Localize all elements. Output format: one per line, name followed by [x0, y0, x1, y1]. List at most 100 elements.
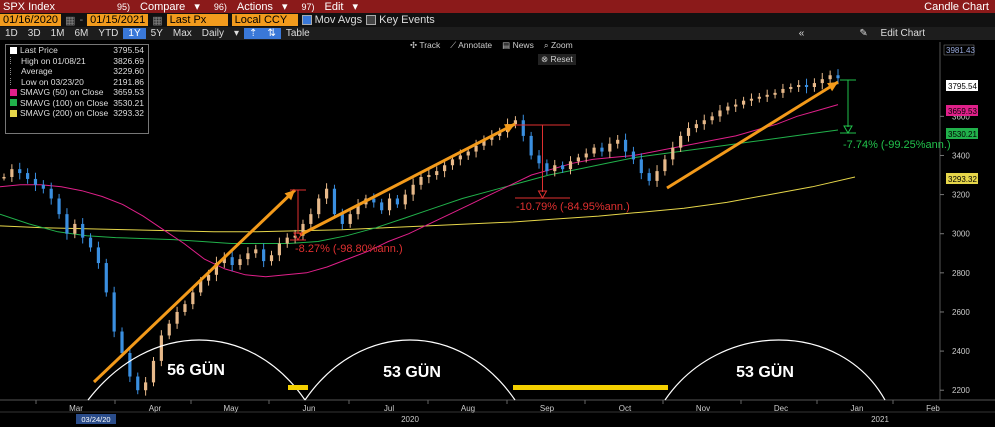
candle-body [332, 188, 337, 215]
candle-body [789, 86, 793, 89]
candle-body [592, 147, 596, 154]
x-tick-label: May [223, 404, 238, 413]
legend-label: Low on 03/23/20 [10, 77, 110, 88]
legend-swatch [10, 78, 18, 86]
candle-body [608, 143, 612, 152]
candle-body [545, 163, 549, 172]
candle-body [136, 376, 140, 391]
candle-body [529, 135, 533, 156]
candle-body [18, 169, 22, 174]
value-tag-label: 3530.21 [948, 130, 977, 139]
legend-row: Average 3229.60 [6, 66, 148, 77]
arc-label-3: 53 GÜN [736, 362, 794, 381]
reset-button[interactable]: ⊗ Reset [538, 54, 576, 65]
candle-body [812, 83, 816, 87]
candle-body [246, 253, 250, 260]
legend-panel: Last Price 3795.54 High on 01/08/21 3826.69… [5, 44, 149, 134]
candle-body [474, 145, 478, 152]
candle-body [57, 198, 61, 215]
annotation-1: -8.27% (-98.80%ann.) [295, 243, 403, 255]
candle-body [269, 255, 274, 262]
candle-body [120, 331, 124, 354]
candle-body [458, 155, 462, 160]
candle-body [309, 214, 313, 224]
legend-row: SMAVG (100) on Close 3530.21 [6, 98, 148, 109]
trend-arrow-2 [299, 122, 516, 237]
legend-value: 3293.32 [113, 108, 144, 118]
candle-body [797, 85, 801, 87]
candle-body [33, 178, 38, 185]
candle-body [584, 153, 588, 158]
trend-arrow-1 [92, 188, 297, 384]
candle-body [175, 311, 179, 324]
candle-body [277, 243, 281, 256]
candle-body [702, 120, 706, 125]
candle-body [655, 171, 659, 181]
value-tag-label: 3795.54 [948, 82, 977, 91]
candle-body [616, 139, 620, 144]
legend-label: High on 01/08/21 [10, 56, 110, 67]
x-tick-label: Feb [926, 404, 940, 413]
candle-body [285, 237, 289, 244]
candle-body [96, 247, 101, 264]
candle-body [387, 198, 392, 211]
candle-body [710, 116, 714, 121]
legend-value: 2191.86 [113, 76, 144, 87]
legend-text: Low on 03/23/20 [21, 76, 84, 87]
candle-body [191, 292, 195, 305]
candle-body [568, 161, 573, 170]
news-button[interactable]: ▤ News [502, 40, 534, 51]
candle-body [419, 176, 423, 185]
y-tick-label: 2600 [952, 308, 970, 317]
price-chart[interactable]: 220024002600280030003200340036003981.43M… [0, 0, 995, 427]
legend-swatch [10, 109, 17, 117]
year-label: 2020 [401, 415, 419, 424]
legend-label: SMAVG (200) on Close [10, 108, 110, 119]
legend-label: Average [10, 66, 110, 77]
x-tick-label: Jun [303, 404, 316, 413]
value-tag-label: 3293.32 [948, 175, 977, 184]
annotate-button[interactable]: ⟋ Annotate [450, 40, 492, 51]
candle-body [718, 110, 722, 117]
candle-body [151, 360, 156, 383]
track-button[interactable]: ✣ Track [410, 40, 440, 51]
candle-body [104, 263, 108, 293]
candle-body [88, 237, 93, 248]
candle-body [112, 292, 116, 332]
candle-body [623, 139, 628, 152]
news-label: News [512, 40, 534, 50]
candle-body [443, 165, 447, 172]
candle-body [380, 202, 384, 211]
candle-body [749, 98, 754, 101]
annotation-3: -7.74% (-99.25%ann.) [843, 139, 951, 151]
arc-label-2: 53 GÜN [383, 362, 441, 381]
candle-body [741, 100, 746, 105]
x-tick-label: Apr [149, 404, 162, 413]
candle-body [183, 304, 187, 312]
zoom-button[interactable]: ⌕ Zoom [544, 40, 573, 51]
legend-swatch [10, 57, 18, 65]
low-date-label: 03/24/20 [81, 415, 110, 424]
legend-row: SMAVG (50) on Close 3659.53 [6, 87, 148, 98]
annotate-label: Annotate [458, 40, 493, 50]
x-tick-label: Jan [851, 404, 864, 413]
legend-value: 3795.54 [113, 45, 144, 55]
candle-body [804, 85, 809, 87]
gap-bar [288, 385, 308, 390]
candle-body [65, 214, 69, 234]
candle-body [600, 147, 604, 152]
candle-body [340, 214, 344, 224]
y-tick-label: 2400 [952, 347, 970, 356]
candle-body [647, 173, 651, 181]
candle-body [828, 75, 832, 80]
candle-body [553, 165, 557, 172]
chart-tools: ✣ Track ⟋ Annotate ▤ News ⌕ Zoom [410, 40, 573, 51]
candle-body [576, 157, 580, 162]
y-tick-label: 3400 [952, 151, 970, 160]
legend-value: 3530.21 [113, 97, 144, 108]
candle-body [671, 147, 675, 160]
candle-body [10, 169, 14, 177]
candle-body [435, 171, 439, 176]
candle-body [411, 184, 415, 195]
x-tick-label: Oct [619, 404, 632, 413]
